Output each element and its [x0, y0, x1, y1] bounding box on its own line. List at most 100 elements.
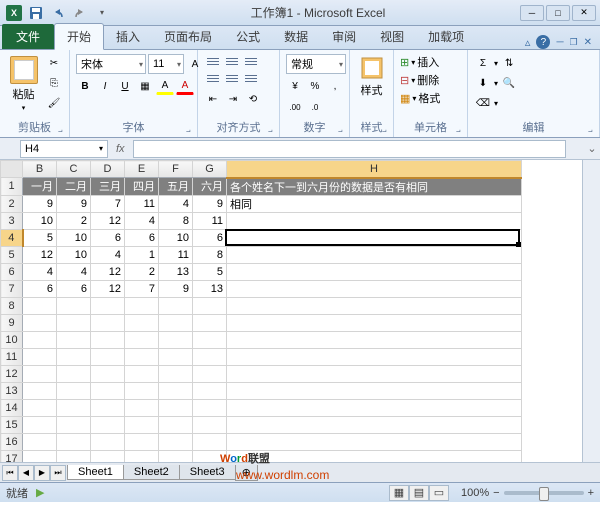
tab-data[interactable]: 数据 — [272, 24, 320, 49]
cell[interactable] — [23, 433, 57, 450]
cell[interactable] — [57, 450, 91, 462]
cell[interactable] — [159, 433, 193, 450]
help-icon[interactable]: ? — [536, 35, 550, 49]
row-header-8[interactable]: 8 — [1, 297, 23, 314]
cell[interactable] — [193, 433, 227, 450]
cell[interactable] — [159, 365, 193, 382]
find-icon[interactable]: 🔍 — [500, 74, 518, 92]
paste-button[interactable]: 粘贴 ▾ — [6, 54, 41, 114]
cell[interactable] — [227, 382, 522, 399]
cell[interactable]: 12 — [91, 280, 125, 297]
cell[interactable]: 六月 — [193, 178, 227, 196]
copy-icon[interactable]: ⎘ — [45, 74, 63, 92]
cell[interactable]: 五月 — [159, 178, 193, 196]
formula-bar[interactable] — [133, 140, 566, 158]
cell[interactable] — [57, 382, 91, 399]
cell[interactable]: 13 — [159, 263, 193, 280]
cell[interactable] — [227, 331, 522, 348]
excel-app-icon[interactable]: X — [4, 3, 24, 23]
tab-home[interactable]: 开始 — [54, 23, 104, 50]
align-center-icon[interactable] — [223, 71, 241, 87]
cell[interactable] — [159, 399, 193, 416]
indent-increase-icon[interactable]: ⇥ — [224, 90, 242, 108]
cell[interactable] — [23, 297, 57, 314]
align-left-icon[interactable] — [204, 71, 222, 87]
sheet-tab-Sheet3[interactable]: Sheet3 — [179, 465, 236, 480]
cell[interactable] — [125, 314, 159, 331]
cell[interactable] — [227, 433, 522, 450]
cell[interactable]: 6 — [91, 229, 125, 246]
name-box[interactable]: H4▾ — [20, 140, 108, 158]
cell[interactable]: 12 — [91, 212, 125, 229]
qat-dropdown-icon[interactable]: ▾ — [92, 3, 112, 23]
cell[interactable]: 8 — [159, 212, 193, 229]
new-sheet-button[interactable]: ⊕ — [235, 465, 258, 481]
row-header-5[interactable]: 5 — [1, 246, 23, 263]
cell[interactable] — [57, 416, 91, 433]
cell[interactable] — [57, 348, 91, 365]
cell[interactable] — [227, 399, 522, 416]
cut-icon[interactable]: ✂ — [45, 54, 63, 72]
cell[interactable]: 7 — [91, 195, 125, 212]
cell[interactable]: 2 — [57, 212, 91, 229]
row-header-7[interactable]: 7 — [1, 280, 23, 297]
row-header-14[interactable]: 14 — [1, 399, 23, 416]
cell[interactable] — [227, 212, 522, 229]
row-header-17[interactable]: 17 — [1, 450, 23, 462]
cell[interactable] — [91, 382, 125, 399]
cell[interactable] — [91, 450, 125, 462]
doc-restore-icon[interactable]: ❐ — [570, 37, 578, 48]
bold-button[interactable]: B — [76, 77, 94, 95]
sheet-tab-Sheet1[interactable]: Sheet1 — [67, 465, 124, 480]
cell[interactable] — [91, 399, 125, 416]
insert-cells-button[interactable]: ⊞▾插入 — [400, 54, 439, 70]
cell[interactable] — [91, 416, 125, 433]
cell[interactable] — [57, 399, 91, 416]
percent-icon[interactable]: % — [306, 77, 324, 95]
cell[interactable] — [159, 382, 193, 399]
cell[interactable]: 9 — [159, 280, 193, 297]
zoom-out-button[interactable]: − — [493, 487, 499, 499]
fx-icon[interactable]: fx — [108, 143, 133, 155]
cell[interactable] — [159, 331, 193, 348]
cell[interactable] — [193, 331, 227, 348]
cell[interactable]: 四月 — [125, 178, 159, 196]
cell[interactable] — [125, 416, 159, 433]
cell[interactable]: 4 — [159, 195, 193, 212]
cell[interactable]: 13 — [193, 280, 227, 297]
cell[interactable] — [91, 348, 125, 365]
autosum-icon[interactable]: Σ — [474, 54, 492, 72]
cell[interactable]: 10 — [57, 246, 91, 263]
cell[interactable]: 11 — [125, 195, 159, 212]
italic-button[interactable]: I — [96, 77, 114, 95]
cell[interactable] — [193, 416, 227, 433]
cell[interactable]: 8 — [193, 246, 227, 263]
sheet-tab-Sheet2[interactable]: Sheet2 — [123, 465, 180, 480]
row-header-6[interactable]: 6 — [1, 263, 23, 280]
doc-close-icon[interactable]: ✕ — [584, 37, 592, 48]
font-size-combo[interactable]: 11▾ — [148, 54, 184, 74]
cell[interactable] — [159, 416, 193, 433]
cell[interactable] — [125, 399, 159, 416]
increase-decimal-icon[interactable]: .00 — [286, 98, 304, 116]
number-format-combo[interactable]: 常规▾ — [286, 54, 346, 74]
cell[interactable]: 9 — [193, 195, 227, 212]
cell[interactable]: 二月 — [57, 178, 91, 196]
cell[interactable] — [193, 382, 227, 399]
cell[interactable] — [227, 314, 522, 331]
row-header-13[interactable]: 13 — [1, 382, 23, 399]
cell[interactable]: 2 — [125, 263, 159, 280]
cell[interactable]: 一月 — [23, 178, 57, 196]
row-header-12[interactable]: 12 — [1, 365, 23, 382]
cell[interactable] — [159, 450, 193, 462]
select-all-corner[interactable] — [1, 161, 23, 178]
tab-formulas[interactable]: 公式 — [224, 24, 272, 49]
minimize-button[interactable]: ─ — [520, 5, 544, 21]
cell[interactable] — [23, 365, 57, 382]
tab-layout[interactable]: 页面布局 — [152, 24, 224, 49]
cell[interactable] — [23, 382, 57, 399]
align-middle-icon[interactable] — [223, 54, 241, 70]
cell[interactable]: 各个姓名下一到六月份的数据是否有相同 — [227, 178, 522, 196]
row-header-9[interactable]: 9 — [1, 314, 23, 331]
cell[interactable] — [227, 365, 522, 382]
